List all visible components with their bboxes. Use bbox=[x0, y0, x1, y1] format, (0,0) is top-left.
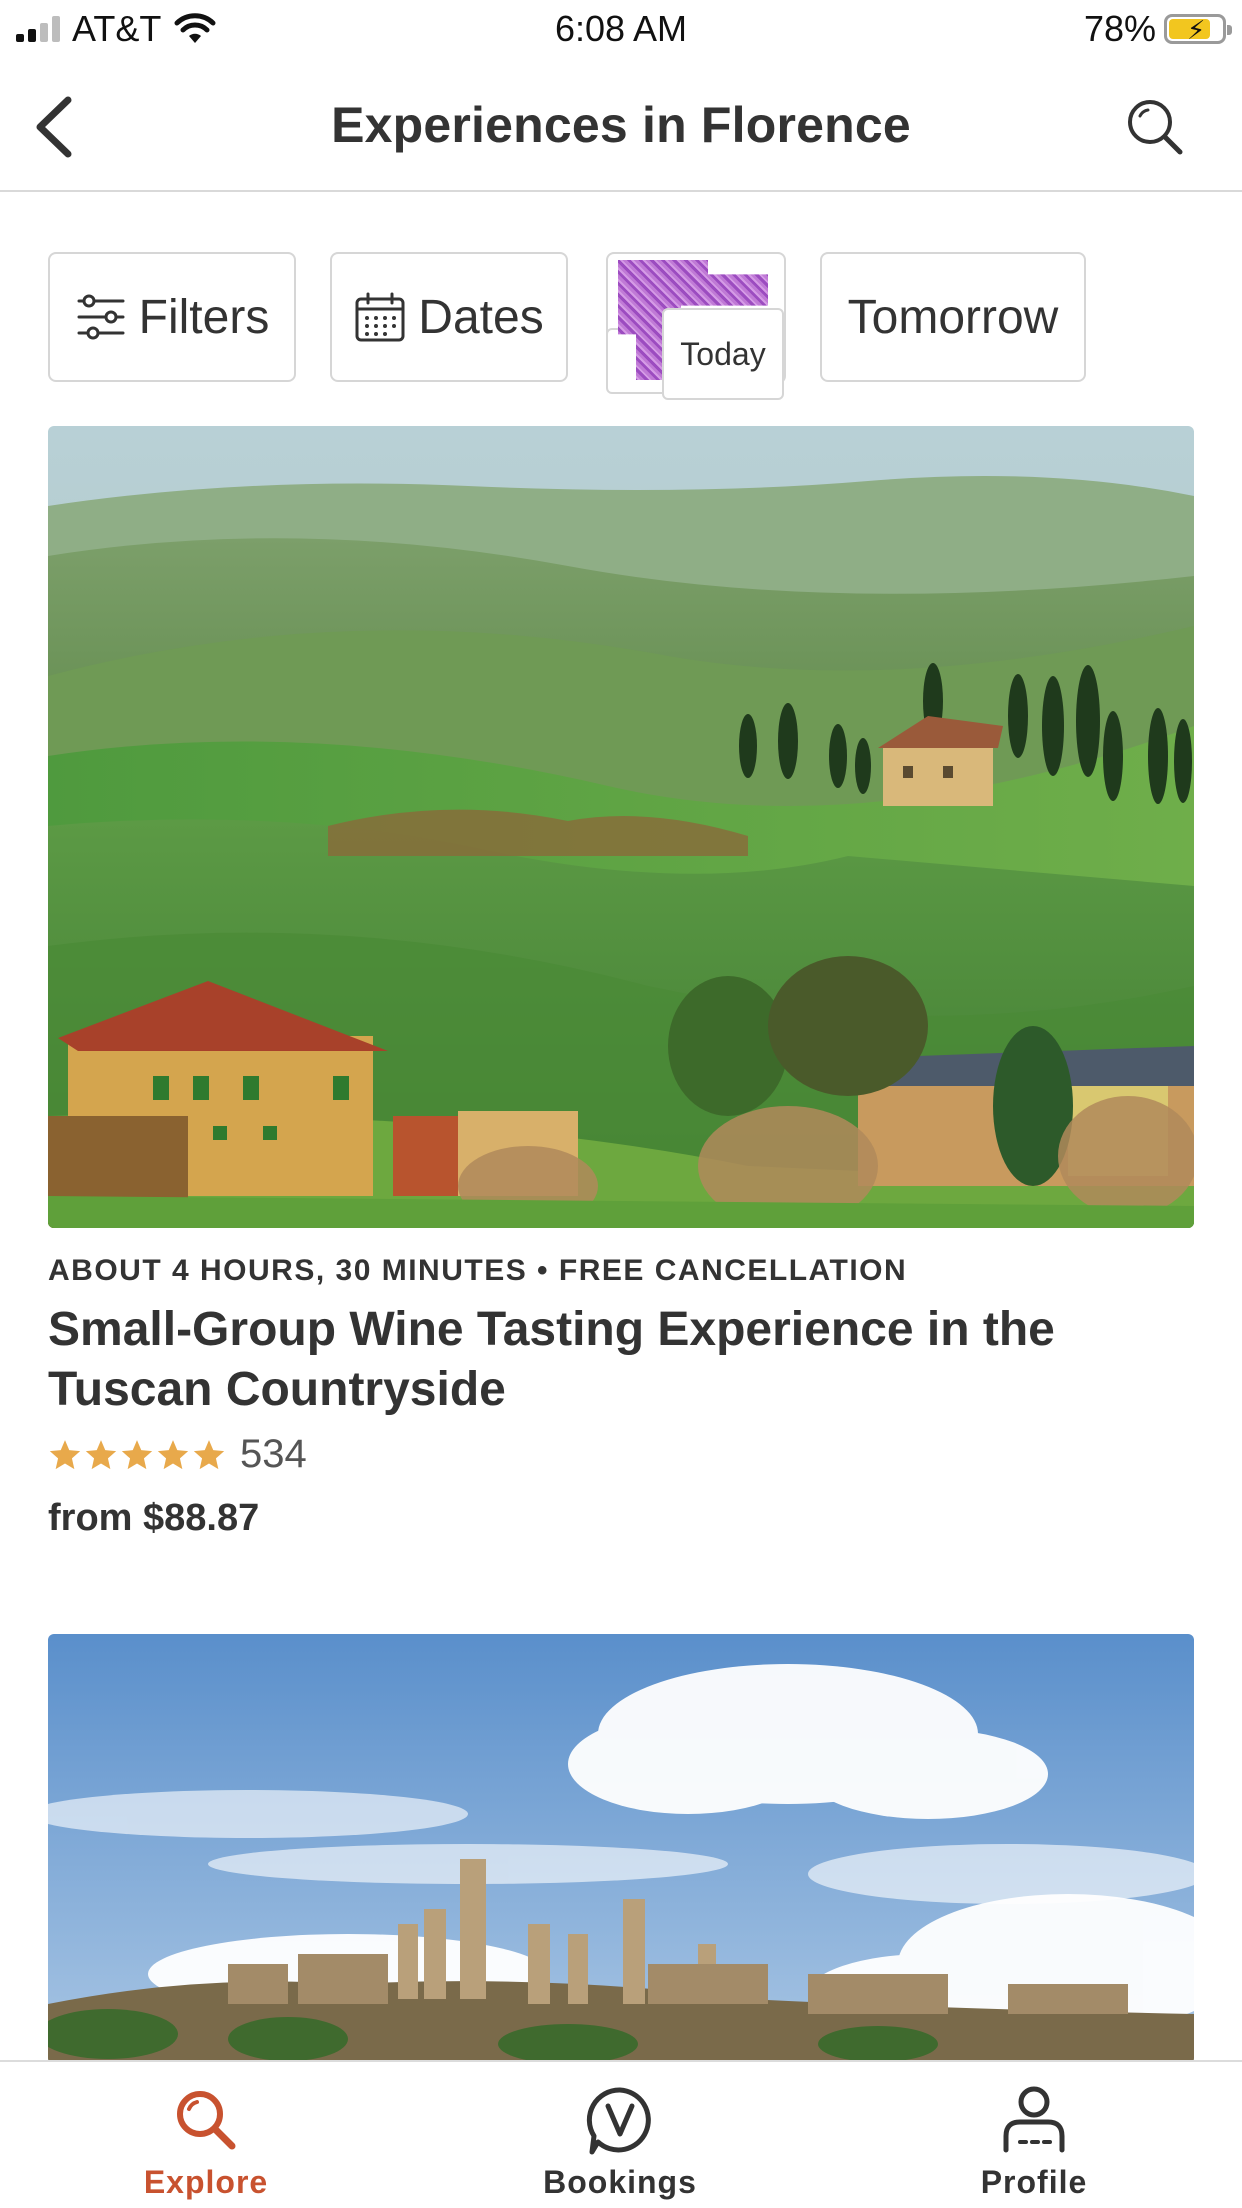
nav-header: Experiences in Florence bbox=[0, 58, 1242, 192]
battery-percent: 78% bbox=[1083, 8, 1156, 49]
star-icon bbox=[49, 1439, 81, 1469]
search-icon[interactable] bbox=[1124, 96, 1186, 158]
bottom-tab-bar: Explore Bookings Profile bbox=[0, 2060, 1242, 2208]
tab-explore-label: Explore bbox=[143, 2164, 269, 2200]
experience-photo[interactable] bbox=[48, 426, 1194, 1228]
bookings-icon bbox=[586, 2087, 651, 2155]
card-price: from $88.87 bbox=[48, 1497, 260, 1539]
experience-card[interactable]: ABOUT 4 HOURS, 30 MINUTES • FREE CANCELL… bbox=[48, 426, 1194, 1540]
search-icon bbox=[177, 2091, 236, 2150]
sliders-icon bbox=[77, 294, 125, 340]
dates-button[interactable]: Dates bbox=[330, 252, 568, 382]
today-label: Today bbox=[662, 308, 784, 400]
today-button[interactable]: Today bbox=[602, 252, 786, 400]
star-icon bbox=[193, 1439, 225, 1469]
status-right: 78% ⚡ bbox=[1083, 8, 1232, 50]
carrier-label: AT&T bbox=[72, 8, 162, 49]
tab-explore[interactable]: Explore bbox=[76, 2084, 336, 2204]
star-icon bbox=[85, 1439, 117, 1469]
star-icon bbox=[157, 1439, 189, 1469]
filters-button[interactable]: Filters bbox=[48, 252, 296, 382]
page-title: Experiences in Florence bbox=[331, 97, 911, 153]
card-meta: ABOUT 4 HOURS, 30 MINUTES • FREE CANCELL… bbox=[48, 1254, 908, 1287]
dates-label: Dates bbox=[418, 290, 544, 344]
wifi-icon bbox=[174, 13, 216, 43]
experience-card[interactable] bbox=[48, 1634, 1194, 2064]
today-chip-render-glitch: Today bbox=[602, 252, 786, 400]
signal-icon bbox=[16, 16, 60, 42]
profile-icon bbox=[1003, 2086, 1065, 2153]
tab-profile-label: Profile bbox=[980, 2164, 1088, 2200]
tomorrow-button[interactable]: Tomorrow bbox=[820, 252, 1086, 382]
star-icon bbox=[121, 1439, 153, 1469]
status-left: AT&T bbox=[16, 8, 217, 50]
review-count: 534 bbox=[240, 1432, 307, 1476]
status-bar: AT&T 6:08 AM 78% ⚡ bbox=[0, 0, 1242, 58]
experience-photo[interactable] bbox=[48, 1634, 1194, 2064]
rating: 534 bbox=[48, 1432, 1194, 1477]
calendar-icon bbox=[355, 292, 405, 342]
filters-label: Filters bbox=[138, 290, 270, 344]
tab-bookings[interactable]: Bookings bbox=[490, 2084, 750, 2204]
page: AT&T 6:08 AM 78% ⚡ Experiences in Floren… bbox=[0, 0, 1242, 2208]
battery-icon: ⚡ bbox=[1164, 14, 1232, 45]
card-title[interactable]: Small-Group Wine Tasting Experience in t… bbox=[48, 1300, 1194, 1420]
tab-bookings-label: Bookings bbox=[543, 2164, 697, 2200]
star-rating bbox=[48, 1438, 226, 1472]
tomorrow-label: Tomorrow bbox=[847, 290, 1059, 344]
tab-profile[interactable]: Profile bbox=[904, 2084, 1164, 2204]
